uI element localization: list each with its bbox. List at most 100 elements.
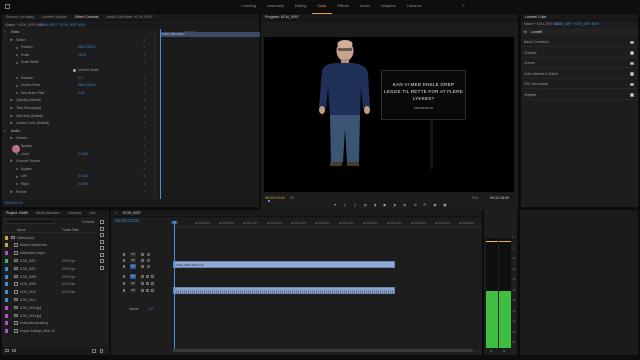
lumetri-enable-checkbox[interactable] — [630, 72, 634, 76]
label-color-swatch[interactable] — [5, 329, 8, 334]
toggle-sync-icon[interactable] — [141, 259, 144, 262]
reset-icon[interactable]: ↺ — [143, 53, 146, 58]
reset-icon[interactable]: ↺ — [143, 106, 146, 111]
stopwatch-icon[interactable] — [16, 46, 18, 49]
home-icon[interactable] — [5, 4, 10, 9]
tab-source-3[interactable]: Audio Clip Mixer: KCM_0097 — [102, 14, 156, 20]
ec-row[interactable]: Anchor Point 960.0 540.0 ↺ — [2, 83, 154, 88]
ec-row[interactable]: fx Channel Volume ↺ — [2, 159, 154, 164]
lumetri-section-3[interactable]: Color Wheels & Match — [521, 70, 638, 79]
trash-icon[interactable] — [100, 349, 103, 353]
label-color-swatch[interactable] — [5, 266, 8, 271]
fx-icon[interactable]: fx — [10, 159, 13, 164]
ec-row[interactable]: Bypass ↺ — [2, 144, 154, 149]
eye-icon[interactable] — [147, 253, 150, 256]
slip-tool-icon[interactable] — [100, 246, 104, 250]
solo-button[interactable] — [146, 289, 149, 292]
stopwatch-icon[interactable] — [16, 61, 18, 64]
track-lock-icon[interactable] — [123, 275, 125, 278]
list-item[interactable]: Export Settings_Wide 12 — [2, 328, 109, 335]
mute-button[interactable] — [141, 289, 144, 292]
track-lock-icon[interactable] — [123, 289, 125, 292]
in-button[interactable]: { — [340, 203, 350, 207]
tab-source-1[interactable]: Lumetri Scopes — [38, 14, 71, 20]
tab-source-2[interactable]: Effect Controls — [71, 14, 103, 20]
tab-project-2[interactable]: Libraries — [64, 210, 86, 216]
reset-icon[interactable]: ↺ — [143, 182, 146, 187]
list-view-icon[interactable] — [5, 349, 9, 352]
timeline-timecode[interactable]: 00:00:10:01 — [115, 218, 139, 223]
ec-row[interactable]: Right 0.0 dB ↺ — [2, 182, 154, 187]
toggle-sync-icon[interactable] — [141, 253, 144, 256]
ripple-edit-tool-icon[interactable] — [100, 233, 104, 237]
program-fit[interactable]: Fit — [290, 196, 294, 200]
lumetri-section-4[interactable]: HSL Secondary — [521, 80, 638, 89]
track-lock-icon[interactable] — [123, 265, 125, 268]
list-item[interactable]: Nested Sequences — [2, 242, 109, 249]
meter-solo-right[interactable]: S — [503, 349, 505, 353]
master-value[interactable]: 0.0 — [149, 307, 153, 311]
list-item[interactable]: KCM_0100 59.94 fps — [2, 289, 109, 296]
lumetri-section-5[interactable]: Vignette — [521, 91, 638, 100]
ec-row-value[interactable]: 100.0 — [78, 53, 86, 58]
reset-icon[interactable]: ↺ — [143, 76, 146, 81]
reset-icon[interactable]: ↺ — [143, 45, 146, 50]
ec-row[interactable]: Level 0.0 dB ↺ — [2, 152, 154, 157]
list-item[interactable]: KCM_0098 59.94 fps — [2, 273, 109, 280]
label-color-swatch[interactable] — [5, 258, 8, 263]
lumetri-section-2[interactable]: Curves — [521, 59, 638, 68]
track-id[interactable]: A3 — [130, 288, 136, 293]
ec-row-value[interactable]: Uniform Scale — [78, 68, 99, 73]
workspace-tab-libraries[interactable]: Libraries — [401, 0, 427, 13]
label-color-swatch[interactable] — [5, 313, 8, 318]
solo-button[interactable] — [146, 282, 149, 285]
ec-row[interactable]: fx Opacity (Default) ↺ — [2, 98, 154, 103]
label-color-swatch[interactable] — [5, 321, 8, 326]
ec-row[interactable]: Scale Width ↺ — [2, 60, 154, 65]
stopwatch-icon[interactable] — [16, 84, 18, 87]
label-color-swatch[interactable] — [5, 290, 8, 295]
lumetri-enable-checkbox[interactable] — [630, 82, 634, 86]
reset-icon[interactable]: ↺ — [143, 144, 146, 149]
fx-icon[interactable]: fx — [10, 121, 13, 126]
ec-section-chevron-icon[interactable]: ▾ — [4, 129, 6, 134]
reset-icon[interactable]: ↺ — [143, 152, 146, 157]
voiceover-icon[interactable] — [151, 275, 154, 278]
marker-button[interactable]: ▾ — [330, 203, 340, 207]
track-id[interactable]: A1 — [130, 274, 136, 279]
ec-row-value[interactable]: 0.0 dB — [78, 152, 88, 157]
stopwatch-icon[interactable] — [16, 152, 18, 155]
icon-view-icon[interactable] — [12, 349, 16, 352]
project-col-fps[interactable]: Frame Rate — [62, 228, 79, 232]
compare-button[interactable]: ▣ — [440, 203, 450, 207]
lumetri-enable-checkbox[interactable] — [630, 40, 634, 44]
ec-row[interactable]: Bypass ↺ — [2, 167, 154, 172]
ec-section-chevron-icon[interactable]: ▾ — [4, 30, 6, 35]
tab-program[interactable]: Program: KCM_0097 — [261, 14, 303, 20]
ec-row[interactable]: ▾ Video — [2, 30, 154, 35]
list-item[interactable]: Enkleprbr-kantdring — [2, 320, 109, 327]
program-quality[interactable]: Full — [472, 196, 478, 200]
project-col-name[interactable]: Name — [17, 228, 26, 232]
ec-row[interactable]: fx Panner ↺ — [2, 190, 154, 195]
list-item[interactable]: KCM_0097 59.94 fps — [2, 265, 109, 272]
ec-clip-bar[interactable]: KCM_0097.MOV — [160, 32, 260, 37]
ec-row[interactable]: fx Motion ↺ — [2, 38, 154, 43]
label-color-swatch[interactable] — [5, 243, 8, 248]
lumetri-enable-checkbox[interactable] — [630, 61, 634, 65]
reset-icon[interactable]: ↺ — [143, 167, 146, 172]
reset-icon[interactable]: ↺ — [143, 159, 146, 164]
audio-clip[interactable] — [173, 287, 395, 294]
workspace-tab-graphics[interactable]: Graphics — [375, 0, 401, 13]
fx-icon[interactable]: fx — [10, 38, 13, 43]
go-to-out-button[interactable]: ▸| — [400, 203, 410, 207]
eye-icon[interactable] — [147, 265, 150, 268]
ec-row-value[interactable]: 0.0 — [78, 76, 83, 81]
uniform-scale-checkbox[interactable] — [73, 69, 76, 72]
stopwatch-icon[interactable] — [16, 175, 18, 178]
stopwatch-icon[interactable] — [16, 168, 18, 171]
reset-icon[interactable]: ↺ — [143, 60, 146, 65]
list-item[interactable]: Kildfil.prproj — [2, 234, 109, 241]
fx-icon[interactable]: fx — [10, 106, 13, 111]
ec-row[interactable]: fx Lumetri Color (Default) ↺ — [2, 121, 154, 126]
